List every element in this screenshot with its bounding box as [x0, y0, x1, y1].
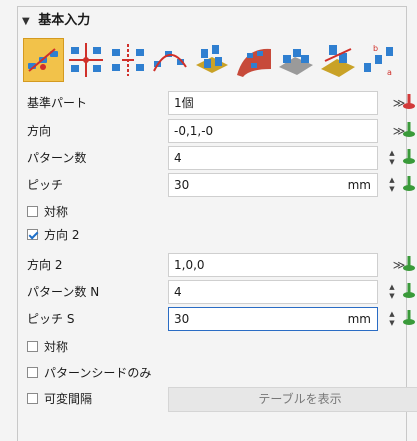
curve-pattern-icon[interactable] [149, 38, 190, 82]
pick-green-icon[interactable] [400, 255, 417, 277]
pitch-label: ピッチ [27, 178, 64, 192]
direction2-checkbox[interactable] [27, 229, 38, 240]
svg-text:b: b [373, 44, 378, 53]
svg-text:a: a [387, 68, 392, 77]
pitch-s-field[interactable]: 30 mm [168, 307, 378, 331]
pitch-field[interactable]: 30 mm [168, 173, 378, 197]
pattern-count-n-label: パターン数 N [27, 285, 100, 299]
base-part-label: 基準パート [27, 96, 88, 110]
pitch-row: ピッチ 30 mm ▲▼ ▼ [27, 172, 415, 198]
symmetric2-checkbox[interactable] [27, 341, 38, 352]
pick-green-icon[interactable] [400, 175, 417, 197]
pattern-count-n-field[interactable]: 4 [168, 280, 378, 304]
direction2-toggle-label: 方向 2 [44, 228, 80, 242]
direction2-label: 方向 2 [27, 258, 63, 272]
pattern-panel: ▼ 基本入力 ab 基準パート 1個 ≫ 方向 -0,1,-0 ≫ パターン数 … [0, 0, 417, 441]
pattern-count-n-row: パターン数 N 4 ▲▼ ▼ [27, 279, 415, 305]
direction2-field[interactable]: 1,0,0 [168, 253, 378, 277]
spinner-icon[interactable]: ▲ ▼ [387, 310, 397, 332]
direction2-row: 方向 2 1,0,0 ≫ ▼ [27, 252, 415, 278]
pattern-count-field[interactable]: 4 [168, 146, 378, 170]
pick-green-icon[interactable] [400, 282, 417, 304]
direction-row: 方向 -0,1,-0 ≫ ▼ [27, 118, 415, 144]
seed-only-checkbox-row[interactable]: パターンシードのみ [27, 360, 407, 386]
base-part-row: 基準パート 1個 ≫ [27, 90, 415, 116]
variable-spacing-label: 可変間隔 [44, 392, 93, 406]
direction-label: 方向 [27, 124, 52, 138]
rectangular-pattern-icon[interactable] [65, 38, 106, 82]
spinner-icon[interactable]: ▲ ▼ [387, 176, 397, 198]
pitch-s-label: ピッチ S [27, 312, 75, 326]
surface-pattern-icon[interactable] [233, 38, 274, 82]
pick-red-icon[interactable] [400, 93, 417, 115]
direction-value: -0,1,-0 [174, 124, 214, 138]
show-table-button[interactable]: テーブルを表示 [168, 387, 417, 412]
axial-pattern-icon[interactable] [107, 38, 148, 82]
seed-only-label: パターンシードのみ [44, 366, 152, 380]
linear-pattern-icon[interactable] [23, 38, 64, 82]
symmetric-checkbox[interactable] [27, 206, 38, 217]
seed-only-checkbox[interactable] [27, 367, 38, 378]
direction2-checkbox-row[interactable]: 方向 2 [27, 222, 407, 248]
pick-green-icon[interactable] [400, 148, 417, 170]
direction-field[interactable]: -0,1,-0 [168, 119, 378, 143]
pattern-count-label: パターン数 [27, 151, 87, 165]
section-title: 基本入力 [38, 13, 91, 28]
sketch-pattern-icon[interactable] [317, 38, 358, 82]
along-face-pattern-icon[interactable] [275, 38, 316, 82]
variable-spacing-checkbox-row[interactable]: 可変間隔 テーブルを表示 [27, 386, 417, 412]
fill-pattern-icon[interactable] [191, 38, 232, 82]
pick-green-icon[interactable] [400, 121, 417, 143]
pitch-s-unit: mm [347, 312, 371, 326]
spinner-icon[interactable]: ▲ ▼ [387, 283, 397, 305]
section-header[interactable]: ▼ 基本入力 [22, 8, 402, 34]
table-pattern-icon[interactable]: ab [359, 38, 400, 82]
pitch-s-row: ピッチ S 30 mm ▲▼ ▼ [27, 306, 415, 332]
pitch-value: 30 [174, 178, 190, 192]
pattern-count-row: パターン数 4 ▲▼ ▼ [27, 145, 415, 171]
base-part-value: 1個 [174, 96, 194, 110]
pitch-unit: mm [347, 178, 371, 192]
variable-spacing-checkbox[interactable] [27, 393, 38, 404]
direction2-value: 1,0,0 [174, 258, 205, 272]
pattern-count-value: 4 [174, 151, 182, 165]
pick-green-icon[interactable] [400, 309, 417, 331]
spinner-icon[interactable]: ▲ ▼ [387, 149, 397, 171]
symmetric2-checkbox-row[interactable]: 対称 [27, 334, 407, 360]
triangle-down-icon[interactable]: ▼ [22, 16, 30, 27]
base-part-field[interactable]: 1個 [168, 91, 378, 115]
pattern-type-toolbar: ab [23, 38, 406, 82]
symmetric2-label: 対称 [44, 340, 69, 354]
pattern-count-n-value: 4 [174, 285, 182, 299]
pitch-s-value: 30 [174, 312, 190, 326]
